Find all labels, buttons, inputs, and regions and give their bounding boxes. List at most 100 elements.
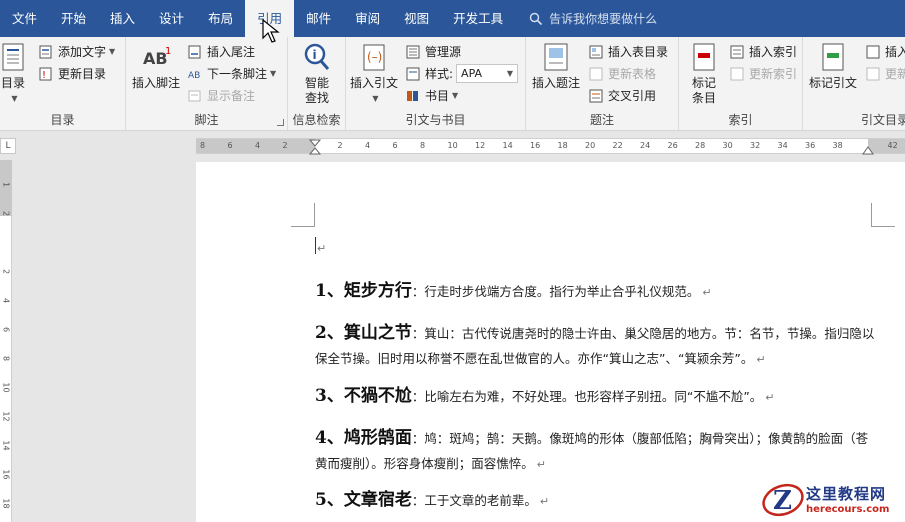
cross-reference-icon (588, 88, 604, 104)
tab-selector[interactable]: L (0, 138, 16, 154)
manage-sources-icon (405, 44, 421, 60)
add-text-icon (38, 44, 54, 60)
insert-citation-button[interactable]: (–) 插入引文 ▼ (350, 41, 398, 106)
ruler-tick-label: 34 (777, 141, 788, 150)
right-indent-marker-icon[interactable] (862, 145, 874, 155)
ruler-tick-label: 14 (502, 141, 513, 150)
insert-footnote-label: 插入脚注 (132, 76, 181, 90)
svg-text:AB: AB (143, 49, 168, 68)
mark-entry-button[interactable]: 标记 条目 (687, 41, 721, 106)
insert-footnote-button[interactable]: AB 1 插入脚注 (132, 41, 180, 91)
indent-marker-icon[interactable] (309, 139, 321, 155)
insert-table-of-figures-label: 插入表目录 (608, 45, 669, 59)
vertical-ruler[interactable]: 1 2 2 4 6 8 10 12 14 16 18 (0, 160, 12, 522)
paragraph-1[interactable]: 1、矩步方行：行走时步伐端方合度。指行为举止合乎礼仪规范。 ↵ (315, 279, 875, 305)
style-icon (405, 66, 421, 82)
update-toc-button[interactable]: ! 更新目录 (38, 63, 106, 84)
tab-home[interactable]: 开始 (49, 0, 98, 37)
chevron-down-icon: ▼ (270, 69, 277, 78)
paragraph-4[interactable]: 4、鸠形鹄面：鸠：斑鸠；鹄：天鹅。像斑鸠的形体（腹部低陷；胸骨突出）；像黄鹄的脸… (315, 426, 875, 477)
ruler-tick-label: 28 (695, 141, 706, 150)
show-notes-button[interactable]: 显示备注 (187, 85, 255, 106)
paragraph-body: ：行走时步伐端方合度。指行为举止合乎礼仪规范。 (411, 284, 700, 299)
svg-text:1: 1 (165, 46, 171, 57)
paragraph-mark: ↵ (317, 242, 327, 255)
update-toa-button[interactable]: 更新 (865, 63, 905, 84)
bibliography-icon (405, 88, 421, 104)
chevron-down-icon: ▼ (452, 91, 459, 100)
insert-toa-button[interactable]: 插入 (865, 41, 905, 62)
tab-insert[interactable]: 插入 (98, 0, 147, 37)
ribbon-tab-bar: 文件 开始 插入 设计 布局 引用 邮件 审阅 视图 开发工具 告诉我你想要做什… (0, 0, 905, 37)
insert-caption-icon (539, 41, 573, 73)
update-table-label: 更新表格 (608, 67, 657, 81)
ruler-tick-label: 18 (1, 498, 11, 509)
add-text-button[interactable]: 添加文字 ▼ (38, 41, 115, 62)
mark-entry-icon (687, 41, 721, 73)
group-toa: 标记引文 插入 更新 引文目录 (803, 37, 905, 130)
citation-style-row: 样式: APA ▼ (405, 63, 519, 84)
mark-citation-label: 标记引文 (809, 76, 858, 90)
ruler-tick-label: 30 (722, 141, 733, 150)
update-toa-label: 更新 (885, 67, 905, 81)
tab-view[interactable]: 视图 (392, 0, 441, 37)
next-footnote-icon: AB (187, 66, 203, 82)
update-toc-icon: ! (38, 66, 54, 82)
citation-style-select[interactable]: APA ▼ (456, 64, 519, 83)
update-table-button[interactable]: 更新表格 (588, 63, 656, 84)
toc-button-label: 目录 (0, 76, 25, 90)
show-notes-icon (187, 88, 203, 104)
insert-index-button[interactable]: 插入索引 (729, 41, 797, 62)
insert-toa-icon (865, 44, 881, 60)
tab-review[interactable]: 审阅 (343, 0, 392, 37)
smart-lookup-icon: i (300, 41, 334, 73)
smart-lookup-button[interactable]: i 智能 查找 (300, 41, 334, 106)
paragraph-heading: 2、箕山之节 (315, 323, 412, 343)
manage-sources-button[interactable]: 管理源 (405, 41, 461, 62)
manage-sources-label: 管理源 (425, 45, 462, 59)
group-label-index: 索引 (728, 113, 753, 127)
insert-caption-button[interactable]: 插入题注 (532, 41, 580, 91)
group-label-citations: 引文与书目 (405, 113, 466, 127)
paragraph-3[interactable]: 3、不猧不尬：比喻左右为难，不好处理。也形容样子别扭。同“不尴不尬”。 ↵ (315, 384, 875, 410)
group-research: i 智能 查找 信息检索 (288, 37, 346, 130)
ruler-tick-label: 18 (557, 141, 568, 150)
tab-references[interactable]: 引用 (245, 0, 295, 37)
tab-design[interactable]: 设计 (147, 0, 196, 37)
toc-icon (0, 41, 30, 73)
ruler-tick-label: 1 (1, 181, 11, 188)
tab-layout[interactable]: 布局 (196, 0, 245, 37)
tab-developer[interactable]: 开发工具 (441, 0, 515, 37)
tab-mailings[interactable]: 邮件 (294, 0, 343, 37)
watermark-text: 这里教程网 herecours.com (806, 483, 889, 515)
update-index-button[interactable]: 更新索引 (729, 63, 797, 84)
document-page[interactable]: ↵ 1、矩步方行：行走时步伐端方合度。指行为举止合乎礼仪规范。 ↵ 2、箕山之节：… (196, 162, 905, 522)
paragraph-mark: ↵ (702, 286, 712, 299)
mark-citation-button[interactable]: 标记引文 (809, 41, 857, 91)
update-toa-icon (865, 66, 881, 82)
bibliography-button[interactable]: 书目 ▼ (405, 85, 458, 106)
paragraph-2[interactable]: 2、箕山之节：箕山：古代传说唐尧时的隐士许由、巢父隐居的地方。节：名节，节操。指… (315, 321, 875, 372)
update-index-label: 更新索引 (749, 67, 798, 81)
ribbon-references: 目录 ▼ 添加文字 ▼ ! 更新目录 目录 AB 1 插入脚注 插入尾注 AB 下一… (0, 37, 905, 131)
group-label-captions: 题注 (589, 113, 614, 127)
table-of-figures-icon (588, 44, 604, 60)
smart-lookup-label-2: 查找 (304, 91, 329, 105)
horizontal-ruler[interactable]: 8 6 4 2 2 4 6 8 10 12 14 16 18 20 22 24 26 28 30 32 34 36 38 42 (196, 138, 905, 155)
insert-endnote-button[interactable]: 插入尾注 (187, 41, 255, 62)
cross-reference-button[interactable]: 交叉引用 (588, 85, 656, 106)
svg-text:!: ! (42, 70, 46, 81)
tell-me-box[interactable]: 告诉我你想要做什么 (529, 10, 657, 27)
next-footnote-button[interactable]: AB 下一条脚注 ▼ (187, 63, 276, 84)
paragraph-mark: ↵ (756, 353, 766, 366)
chevron-down-icon: ▼ (109, 47, 116, 56)
paragraph-heading: 3、不猧不尬 (315, 386, 412, 406)
mark-entry-label-1: 标记 (691, 76, 716, 90)
tab-file[interactable]: 文件 (0, 0, 49, 37)
dialog-launcher-icon[interactable] (277, 119, 284, 126)
paragraph-heading: 4、鸠形鹄面 (315, 428, 412, 448)
insert-table-of-figures-button[interactable]: 插入表目录 (588, 41, 668, 62)
toc-button[interactable]: 目录 ▼ (0, 41, 30, 106)
bibliography-label: 书目 (425, 89, 450, 103)
group-index: 标记 条目 插入索引 更新索引 索引 (679, 37, 803, 130)
